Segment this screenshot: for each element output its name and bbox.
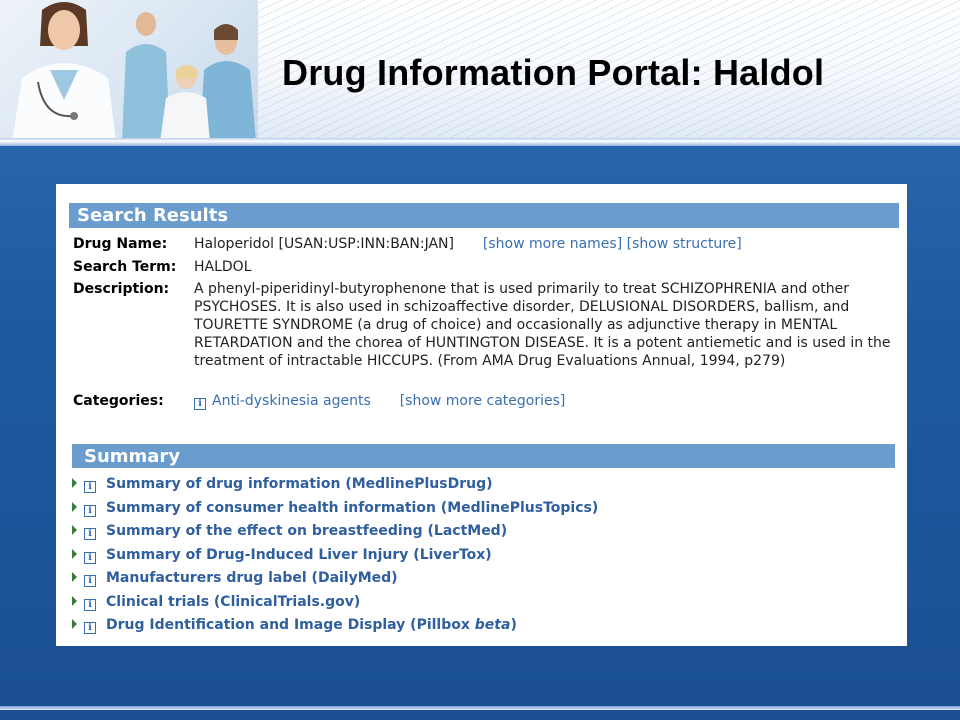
categories-value: i Anti-dyskinesia agents [show more categ… [194,393,565,410]
summary-item-pillbox[interactable]: i Drug Identification and Image Display (… [72,615,892,639]
triangle-right-icon[interactable] [72,478,77,488]
summary-link[interactable]: Summary of drug information (MedlinePlus… [106,476,493,492]
summary-item-medlineplusdrug[interactable]: i Summary of drug information (MedlinePlu… [72,474,892,498]
triangle-right-icon[interactable] [72,595,77,606]
triangle-right-icon[interactable] [72,525,77,535]
summary-link[interactable]: Clinical trials (ClinicalTrials.gov) [106,594,360,610]
search-results-panel: Search Results Drug Name: Haloperidol [U… [56,184,907,646]
medical-staff-illustration [12,2,256,142]
info-icon[interactable]: i [84,481,96,493]
summary-link[interactable]: Manufacturers drug label (DailyMed) [106,570,398,586]
description-label: Description: [73,281,170,297]
page-header: Drug Information Portal: Haldol [0,0,960,142]
summary-link[interactable]: Drug Identification and Image Display (P… [106,617,517,633]
triangle-right-icon[interactable] [72,572,77,582]
summary-link-prefix[interactable]: Drug Identification and Image Display (P… [106,617,475,633]
description-text: A phenyl-piperidinyl-butyrophenone that … [194,281,891,369]
drug-name-value: Haloperidol [USAN:USP:INN:BAN:JAN] [show… [194,236,742,252]
summary-item-lactmed[interactable]: i Summary of the effect on breastfeeding … [72,521,892,545]
summary-item-medlineplustopics[interactable]: i Summary of consumer health information … [72,498,892,522]
info-icon[interactable]: i [84,504,96,517]
triangle-right-icon[interactable] [72,548,77,559]
header-divider [0,138,960,146]
summary-link[interactable]: Summary of consumer health information (… [106,500,598,516]
summary-link[interactable]: Summary of Drug-Induced Liver Injury (Li… [106,547,492,563]
summary-item-clinicaltrials[interactable]: i Clinical trials (ClinicalTrials.gov) [72,592,892,616]
info-icon[interactable]: i [194,398,206,410]
show-more-names-link[interactable]: [show more names] [483,236,622,252]
triangle-right-icon[interactable] [72,619,77,629]
info-icon[interactable]: i [84,551,96,564]
info-icon[interactable]: i [84,575,96,587]
triangle-right-icon[interactable] [72,501,77,512]
info-icon[interactable]: i [84,622,96,634]
categories-label: Categories: [73,393,164,409]
header-photo [0,0,258,142]
summary-item-dailymed[interactable]: i Manufacturers drug label (DailyMed) [72,568,892,592]
summary-list: i Summary of drug information (MedlinePlu… [72,474,892,639]
category-link-anti-dyskinesia[interactable]: Anti-dyskinesia agents [212,393,371,409]
info-icon[interactable]: i [84,528,96,540]
beta-tag[interactable]: beta [475,617,511,633]
show-structure-link[interactable]: [show structure] [627,236,742,252]
summary-link[interactable]: Summary of the effect on breastfeeding (… [106,523,507,539]
summary-heading: Summary [72,444,895,468]
footer-divider [0,706,960,710]
search-term-value: HALDOL [194,259,252,275]
page-title: Drug Information Portal: Haldol [282,52,825,93]
info-icon[interactable]: i [84,598,96,611]
summary-link-suffix[interactable]: ) [510,617,516,633]
drug-name-text: Haloperidol [USAN:USP:INN:BAN:JAN] [194,236,454,252]
summary-item-livertox[interactable]: i Summary of Drug-Induced Liver Injury (L… [72,545,892,569]
drug-name-label: Drug Name: [73,236,168,252]
search-term-label: Search Term: [73,259,177,275]
search-results-heading: Search Results [69,203,899,228]
show-more-categories-link[interactable]: [show more categories] [400,393,566,409]
